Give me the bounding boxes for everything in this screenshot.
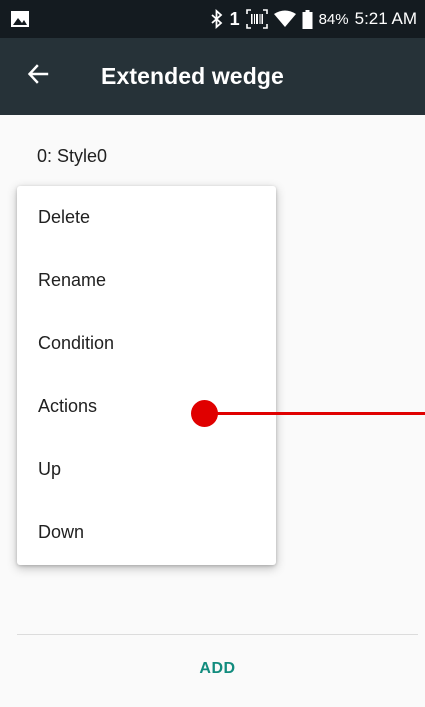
touch-indicator-dot	[191, 400, 218, 427]
menu-item-delete[interactable]: Delete	[17, 186, 276, 248]
menu-item-label: Rename	[38, 270, 107, 290]
menu-item-down[interactable]: Down	[17, 501, 276, 563]
list-item-style[interactable]: 0: Style0	[0, 125, 425, 187]
sim-number: 1	[229, 8, 240, 29]
page-title: Extended wedge	[101, 63, 284, 89]
touch-indicator-line	[204, 412, 425, 415]
clock: 5:21 AM	[354, 9, 417, 28]
menu-item-rename[interactable]: Rename	[17, 249, 276, 311]
wifi-icon	[273, 10, 296, 28]
back-button[interactable]	[18, 56, 58, 96]
menu-item-label: Down	[38, 522, 85, 542]
add-button-label: ADD	[199, 660, 236, 677]
image-icon	[10, 9, 30, 29]
status-bar: 1 84% 5:21 AM	[0, 0, 425, 38]
menu-item-label: Actions	[38, 396, 98, 416]
app-bar: Extended wedge	[0, 38, 425, 115]
menu-item-condition[interactable]: Condition	[17, 312, 276, 374]
menu-item-label: Up	[38, 459, 62, 479]
context-menu: Delete Rename Condition Actions Up Down	[17, 186, 276, 565]
add-button[interactable]: ADD	[160, 646, 275, 692]
barcode-scan-icon	[245, 9, 268, 29]
divider	[17, 634, 418, 635]
battery-icon	[302, 9, 313, 29]
arrow-back-icon	[27, 63, 49, 90]
bluetooth-icon	[210, 9, 224, 29]
style-label: 0: Style0	[37, 146, 108, 166]
battery-percent: 84%	[318, 10, 349, 28]
menu-item-label: Condition	[38, 333, 115, 353]
status-icons: 1 84% 5:21 AM	[210, 0, 417, 38]
menu-item-actions[interactable]: Actions	[17, 375, 276, 437]
menu-item-up[interactable]: Up	[17, 438, 276, 500]
menu-item-label: Delete	[38, 207, 91, 227]
